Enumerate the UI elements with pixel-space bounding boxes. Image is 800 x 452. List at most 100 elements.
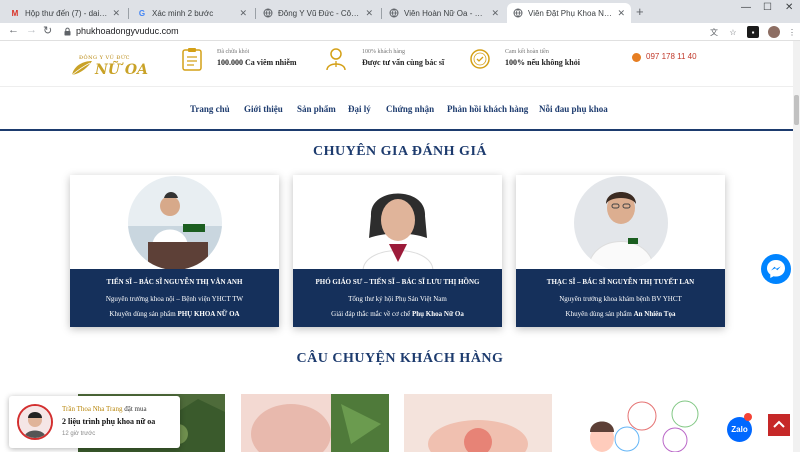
hotline-number[interactable]: 097 178 11 40 (646, 52, 697, 61)
messenger-icon (767, 260, 785, 278)
close-window-icon[interactable]: ✕ (785, 2, 793, 13)
tab-title: Đông Y Vũ Đức - Công ty Cổ Phầ (278, 8, 361, 18)
recommendation-text: Khuyên dùng sản phẩm (109, 310, 178, 318)
expert-position: Nguyên trưởng khoa khám bệnh BV YHCT (559, 295, 682, 303)
story-thumbnail[interactable] (557, 394, 707, 452)
expert-photo (350, 176, 445, 270)
logo-subtitle: ĐÔNG Y VŨ ĐỨC (79, 55, 130, 61)
recommendation-product: PHỤ KHOA NỮ OA (177, 310, 240, 318)
expert-card: PHÓ GIÁO SƯ – TIẾN SĨ – BÁC SĨ LƯU THỊ H… (293, 175, 502, 327)
doctor-icon (326, 48, 346, 71)
clipboard-icon (182, 48, 202, 71)
site-header: ĐÔNG Y VŨ ĐỨC NỮ OA Đã chữa khỏi 100.000… (0, 41, 800, 86)
google-icon: G (138, 8, 146, 18)
scrollbar-thumb[interactable] (794, 95, 799, 125)
expert-position: Tổng thư ký hội Phụ Sản Việt Nam (348, 295, 447, 303)
menu-icon[interactable]: ⋮ (786, 26, 798, 38)
leaf-logo-icon (71, 61, 92, 76)
info-small: Đã chữa khỏi (217, 49, 250, 55)
expert-info-band: TIẾN SĨ – BÁC SĨ NGUYỄN THỊ VÂN ANH Nguy… (70, 269, 279, 327)
tab-separator (381, 8, 382, 19)
close-icon[interactable]: ✕ (617, 8, 625, 19)
back-to-top-button[interactable] (768, 414, 790, 436)
browser-tab-gmail[interactable]: M Hộp thư đến (7) - daichonpl@gm ✕ (4, 3, 126, 23)
gmail-icon: M (11, 8, 19, 18)
avatar[interactable] (768, 26, 780, 38)
tab-title: Xác minh 2 bước (152, 8, 214, 18)
reload-icon[interactable]: ↻ (43, 24, 52, 37)
tab-separator (128, 8, 129, 19)
nav-pain[interactable]: Nỗi đau phụ khoa (539, 104, 608, 114)
browser-tab-vuduc[interactable]: Đông Y Vũ Đức - Công ty Cổ Phầ ✕ (257, 3, 379, 23)
header-info-cured: Đã chữa khỏi 100.000 Ca viêm nhiễm (217, 49, 297, 67)
nav-feedback[interactable]: Phản hồi khách hàng (447, 104, 528, 114)
customer-name: Trần Thoa Nha Trang (62, 405, 123, 413)
expert-position: Nguyên trưởng khoa nội – Bệnh viện YHCT … (105, 295, 244, 303)
browser-tab-verify[interactable]: G Xác minh 2 bước ✕ (131, 3, 253, 23)
close-icon[interactable]: ✕ (239, 8, 247, 19)
info-big: 100% nếu không khỏi (505, 58, 580, 67)
story-thumbnail[interactable] (241, 394, 389, 452)
logo-title: NỮ OA (95, 62, 148, 78)
nav-about[interactable]: Giới thiệu (244, 104, 283, 114)
nav-agents[interactable]: Đại lý (348, 104, 371, 114)
browser-toolbar: ← → ↻ phukhoadongyvuduc.com 文 ☆ ▪ ⋮ (0, 23, 800, 41)
lock-icon (64, 27, 71, 36)
customer-avatar (17, 404, 53, 440)
expert-recommendation: Khuyên dùng sản phẩm An Nhiên Tọa (516, 310, 725, 318)
nav-certificates[interactable]: Chứng nhận (386, 104, 434, 114)
expert-info-band: PHÓ GIÁO SƯ – TIẾN SĨ – BÁC SĨ LƯU THỊ H… (293, 269, 502, 327)
notification-badge (744, 413, 752, 421)
phone-icon (632, 53, 641, 62)
expert-card: THẠC SĨ – BÁC SĨ NGUYỄN THỊ TUYẾT LAN Ng… (516, 175, 725, 327)
recommendation-text: Khuyên dùng sản phẩm (565, 310, 634, 318)
translate-icon[interactable]: 文 (708, 26, 720, 38)
tab-title: Viên Đặt Phụ Khoa Nữ Oa - Đôn (528, 8, 613, 18)
messenger-button[interactable] (761, 254, 791, 284)
minimize-icon[interactable]: — (741, 2, 751, 13)
info-small: Cam kết hoàn tiền (505, 49, 549, 55)
recommendation-product: Phụ Khoa Nữ Oa (412, 310, 464, 318)
browser-tab-strip: M Hộp thư đến (7) - daichonpl@gm ✕ G Xác… (0, 0, 800, 23)
purchase-notification[interactable]: Trần Thoa Nha Trang đặt mua 2 liệu trình… (9, 396, 180, 448)
globe-icon (389, 8, 399, 18)
experts-section-title: CHUYÊN GIA ĐÁNH GIÁ (312, 144, 487, 159)
recommendation-product: An Nhiên Tọa (633, 310, 676, 318)
expert-recommendation: Giải đáp thắc mắc về cơ chế Phụ Khoa Nữ … (293, 310, 502, 318)
customer-action: đặt mua (122, 405, 147, 413)
forward-icon[interactable]: → (26, 24, 37, 36)
main-nav: Trang chủ Giới thiệu Sản phẩm Đại lý Chứ… (0, 86, 800, 131)
extension-icon[interactable]: ▪ (747, 26, 759, 38)
tab-title: Hộp thư đến (7) - daichonpl@gm (25, 8, 108, 18)
expert-photo (573, 176, 668, 270)
back-icon[interactable]: ← (8, 24, 19, 36)
info-small: 100% khách hàng (362, 49, 405, 55)
stories-section-title: CÂU CHUYỆN KHÁCH HÀNG (296, 351, 504, 366)
nav-home[interactable]: Trang chủ (190, 104, 230, 114)
bookmark-star-icon[interactable]: ☆ (727, 26, 739, 38)
guarantee-icon (470, 49, 490, 69)
new-tab-button[interactable]: + (636, 4, 644, 19)
close-icon[interactable]: ✕ (491, 8, 499, 19)
header-info-consult: 100% khách hàng Được tư vấn cùng bác sĩ (362, 49, 444, 67)
browser-tab-active[interactable]: Viên Đặt Phụ Khoa Nữ Oa - Đôn ✕ (507, 3, 631, 23)
tab-title: Viên Hoàn Nữ Oa - Đông Dược V (404, 8, 487, 18)
address-bar[interactable]: phukhoadongyvuduc.com (76, 26, 179, 36)
nav-products[interactable]: Sản phẩm (297, 104, 336, 114)
expert-info-band: THẠC SĨ – BÁC SĨ NGUYỄN THỊ TUYẾT LAN Ng… (516, 269, 725, 327)
expert-card: TIẾN SĨ – BÁC SĨ NGUYỄN THỊ VÂN ANH Nguy… (70, 175, 279, 327)
globe-icon (263, 8, 273, 18)
close-icon[interactable]: ✕ (365, 8, 373, 19)
expert-name: THẠC SĨ – BÁC SĨ NGUYỄN THỊ TUYẾT LAN (546, 278, 695, 286)
browser-tab-vien-hoan[interactable]: Viên Hoàn Nữ Oa - Đông Dược V ✕ (383, 3, 505, 23)
globe-icon (513, 8, 523, 18)
recommendation-text: Giải đáp thắc mắc về cơ chế (331, 310, 412, 318)
purchase-time: 12 giờ trước (62, 431, 96, 437)
expert-recommendation: Khuyên dùng sản phẩm PHỤ KHOA NỮ OA (70, 310, 279, 318)
chevron-up-icon (773, 420, 785, 428)
close-icon[interactable]: ✕ (112, 8, 120, 19)
info-big: 100.000 Ca viêm nhiễm (217, 58, 297, 67)
maximize-icon[interactable]: ☐ (763, 2, 772, 13)
header-info-refund: Cam kết hoàn tiền 100% nếu không khỏi (505, 49, 580, 67)
story-thumbnail[interactable] (404, 394, 552, 452)
